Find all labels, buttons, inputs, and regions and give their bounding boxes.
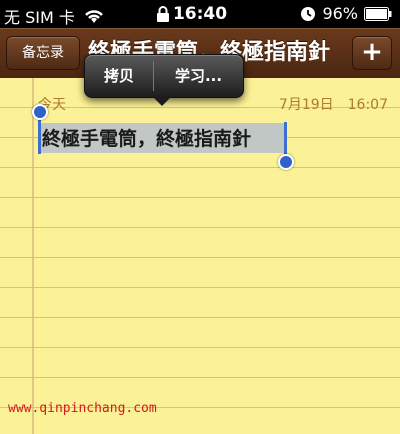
note-timestamp: 7月19日 16:07 (265, 94, 388, 114)
edit-menu-arrow (152, 96, 172, 106)
edit-menu: 拷贝 学习... (84, 54, 244, 98)
notes-screen: 无 SIM 卡 16:40 96% 备忘录 終極手電筒，終極指南針 + 今天 7… (0, 0, 400, 434)
add-note-button[interactable]: + (352, 36, 392, 70)
back-button[interactable]: 备忘录 (6, 36, 80, 70)
status-right: 96% (300, 4, 392, 23)
learn-menu-item[interactable]: 学习... (154, 55, 243, 97)
copy-menu-item[interactable]: 拷贝 (85, 55, 153, 97)
status-bar: 无 SIM 卡 16:40 96% (0, 0, 400, 28)
alarm-icon (301, 6, 316, 21)
battery-percent: 96% (322, 4, 358, 23)
note-paper[interactable]: 今天 7月19日 16:07 終極手電筒，終極指南針 www.qinpinchan… (0, 78, 400, 434)
watermark: www.qinpinchang.com (8, 401, 157, 416)
battery-icon (364, 6, 392, 21)
note-date: 7月19日 (278, 97, 334, 113)
note-body[interactable]: 終極手電筒，終極指南針 (42, 124, 251, 151)
selection-end-line (284, 122, 287, 156)
selection-start-handle[interactable] (32, 104, 48, 120)
margin-line (32, 78, 34, 434)
note-time: 16:07 (347, 97, 388, 113)
selection-end-handle[interactable] (278, 154, 294, 170)
selection-start-line (38, 120, 41, 154)
